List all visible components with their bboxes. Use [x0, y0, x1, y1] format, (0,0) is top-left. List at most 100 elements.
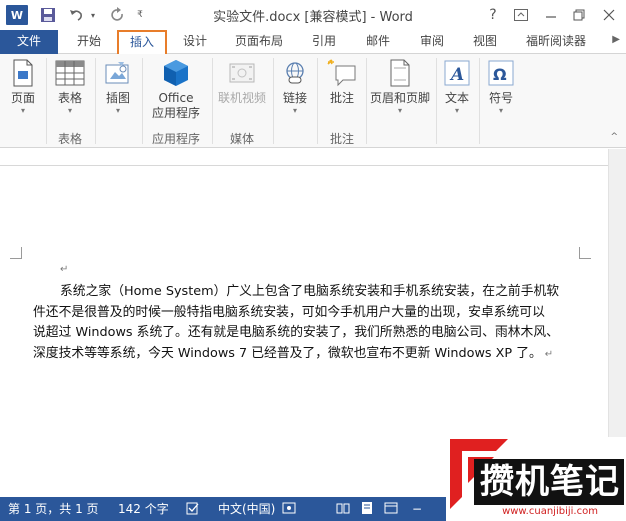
header-footer-dropdown-icon: ▾ [397, 106, 402, 115]
tab-mailings[interactable]: 邮件 [357, 30, 399, 54]
illustrations-button[interactable]: 插图 ▾ [100, 58, 136, 116]
office-apps-label-line1: Office [158, 91, 194, 105]
document-line-4: 深度技术等等系统，今天 Windows 7 已经普及了，微软也宣布不更新 Win… [33, 344, 589, 366]
page-count[interactable]: 第 1 页，共 1 页 [8, 501, 99, 517]
restore-icon[interactable] [568, 4, 590, 26]
group-label-media: 媒体 [229, 132, 254, 146]
customize-toolbar-icon[interactable]: ₹ [134, 4, 146, 26]
tab-foxit-reader[interactable]: 福昕阅读器 [518, 30, 594, 54]
separator [95, 58, 96, 144]
ribbon-insert: 页面 ▾ 表格 ▾ 表格 插图 ▾ Office 应用程序 应用程序 联机视频 [0, 54, 626, 148]
symbols-button[interactable]: Ω 符号 ▾ [484, 58, 518, 116]
separator [212, 58, 213, 144]
links-dropdown-icon: ▾ [292, 106, 297, 115]
word-app-icon[interactable]: W [6, 5, 28, 25]
paragraph-mark: ↵ [544, 348, 554, 360]
omega-icon: Ω [485, 58, 517, 88]
site-watermark-logo: 攒机笔记 www.cuanjibiji.com [446, 437, 626, 521]
text-dropdown-icon: ▾ [454, 106, 459, 115]
group-label-tables: 表格 [57, 132, 82, 146]
document-body[interactable]: 系统之家（Home System）广义上包含了电脑系统安装和手机系统安装，在之前… [33, 282, 589, 365]
separator [317, 58, 318, 144]
text-button[interactable]: A 文本 ▾ [440, 58, 474, 116]
svg-text:A: A [449, 65, 464, 85]
link-icon [279, 58, 311, 88]
margin-corner-top-right [579, 247, 591, 259]
tab-scroll-right-icon[interactable]: ▶ [612, 34, 620, 45]
proofing-icon[interactable] [186, 501, 200, 517]
office-apps-button[interactable]: Office 应用程序 [146, 58, 206, 121]
collapse-ribbon-icon[interactable]: ^ [610, 132, 618, 142]
document-line-4-text: 深度技术等等系统，今天 Windows 7 已经普及了，微软也宣布不更新 Win… [33, 345, 542, 361]
tab-page-layout[interactable]: 页面布局 [228, 30, 290, 54]
watermark-title: 攒机笔记 [480, 462, 620, 502]
online-video-button: 联机视频 [215, 58, 269, 106]
svg-text:Ω: Ω [493, 65, 507, 84]
ribbon-tab-bar: 文件 开始 插入 设计 页面布局 引用 邮件 审阅 视图 福昕阅读器 ▶ [0, 30, 626, 55]
group-label-comments: 批注 [329, 132, 354, 146]
tab-view[interactable]: 视图 [464, 30, 506, 54]
tab-references[interactable]: 引用 [303, 30, 345, 54]
macro-recording-icon[interactable] [282, 501, 296, 517]
comment-icon [326, 58, 358, 88]
undo-dropdown-icon[interactable]: ▾ [88, 4, 98, 26]
tab-insert[interactable]: 插入 [117, 30, 167, 55]
illustrations-icon [102, 58, 134, 88]
separator [479, 58, 480, 144]
tab-file[interactable]: 文件 [0, 30, 58, 54]
table-dropdown-icon: ▾ [67, 106, 72, 115]
comment-button[interactable]: 批注 [322, 58, 362, 106]
online-video-icon [226, 58, 258, 88]
empty-paragraph-mark: ↵ [60, 264, 69, 275]
language-indicator[interactable]: 中文(中国) [218, 501, 275, 517]
header-footer-icon [384, 58, 416, 88]
print-layout-icon[interactable] [360, 501, 374, 517]
document-line-2: 件还不是很普及的时候一般特指电脑系统安装，可如今手机用户大量的出现，安卓系统可以 [33, 304, 545, 320]
comment-label: 批注 [329, 91, 354, 105]
redo-icon[interactable] [108, 4, 128, 26]
margin-corner-top-left [10, 247, 22, 259]
title-bar: W ▾ ₹ 实验文件.docx [兼容模式] - Word ? [0, 0, 626, 30]
separator [46, 58, 47, 144]
pages-dropdown-icon: ▾ [20, 106, 25, 115]
minimize-icon[interactable] [540, 4, 562, 26]
watermark-url: www.cuanjibiji.com [502, 506, 598, 517]
text-label: 文本 [444, 91, 469, 105]
separator [142, 58, 143, 144]
text-box-icon: A [441, 58, 473, 88]
help-button[interactable]: ? [482, 4, 504, 26]
document-line-1: 系统之家（Home System）广义上包含了电脑系统安装和手机系统安装，在之前… [60, 284, 560, 299]
web-layout-icon[interactable] [384, 501, 398, 517]
tab-home[interactable]: 开始 [68, 30, 110, 54]
undo-icon[interactable] [66, 4, 86, 26]
table-button[interactable]: 表格 ▾ [52, 58, 88, 116]
header-footer-button[interactable]: 页眉和页脚 ▾ [368, 58, 432, 116]
online-video-label: 联机视频 [217, 91, 266, 105]
document-line-3: 说超过 Windows 系统了。还有就是电脑系统的安装了，我们所熟悉的电脑公司、… [33, 325, 559, 340]
office-store-icon [160, 58, 192, 88]
zoom-out-icon[interactable]: − [412, 501, 426, 517]
close-icon[interactable] [598, 4, 620, 26]
table-label: 表格 [57, 91, 82, 105]
save-icon[interactable] [38, 4, 58, 26]
links-button[interactable]: 链接 ▾ [278, 58, 312, 116]
illustrations-dropdown-icon: ▾ [115, 106, 120, 115]
separator [273, 58, 274, 144]
tab-design[interactable]: 设计 [174, 30, 216, 54]
ribbon-display-options-icon[interactable] [510, 4, 532, 26]
read-mode-icon[interactable] [336, 501, 350, 517]
illustrations-label: 插图 [105, 91, 130, 105]
header-footer-label: 页眉和页脚 [369, 91, 430, 105]
group-label-apps: 应用程序 [151, 132, 200, 146]
word-count[interactable]: 142 个字 [118, 501, 169, 517]
office-apps-label-line2: 应用程序 [151, 106, 200, 120]
pages-button[interactable]: 页面 ▾ [6, 58, 40, 116]
table-icon [54, 58, 86, 88]
links-label: 链接 [282, 91, 307, 105]
symbols-dropdown-icon: ▾ [498, 106, 503, 115]
symbols-label: 符号 [488, 91, 513, 105]
separator [436, 58, 437, 144]
separator [366, 58, 367, 144]
tab-review[interactable]: 审阅 [411, 30, 453, 54]
pages-label: 页面 [10, 91, 35, 105]
